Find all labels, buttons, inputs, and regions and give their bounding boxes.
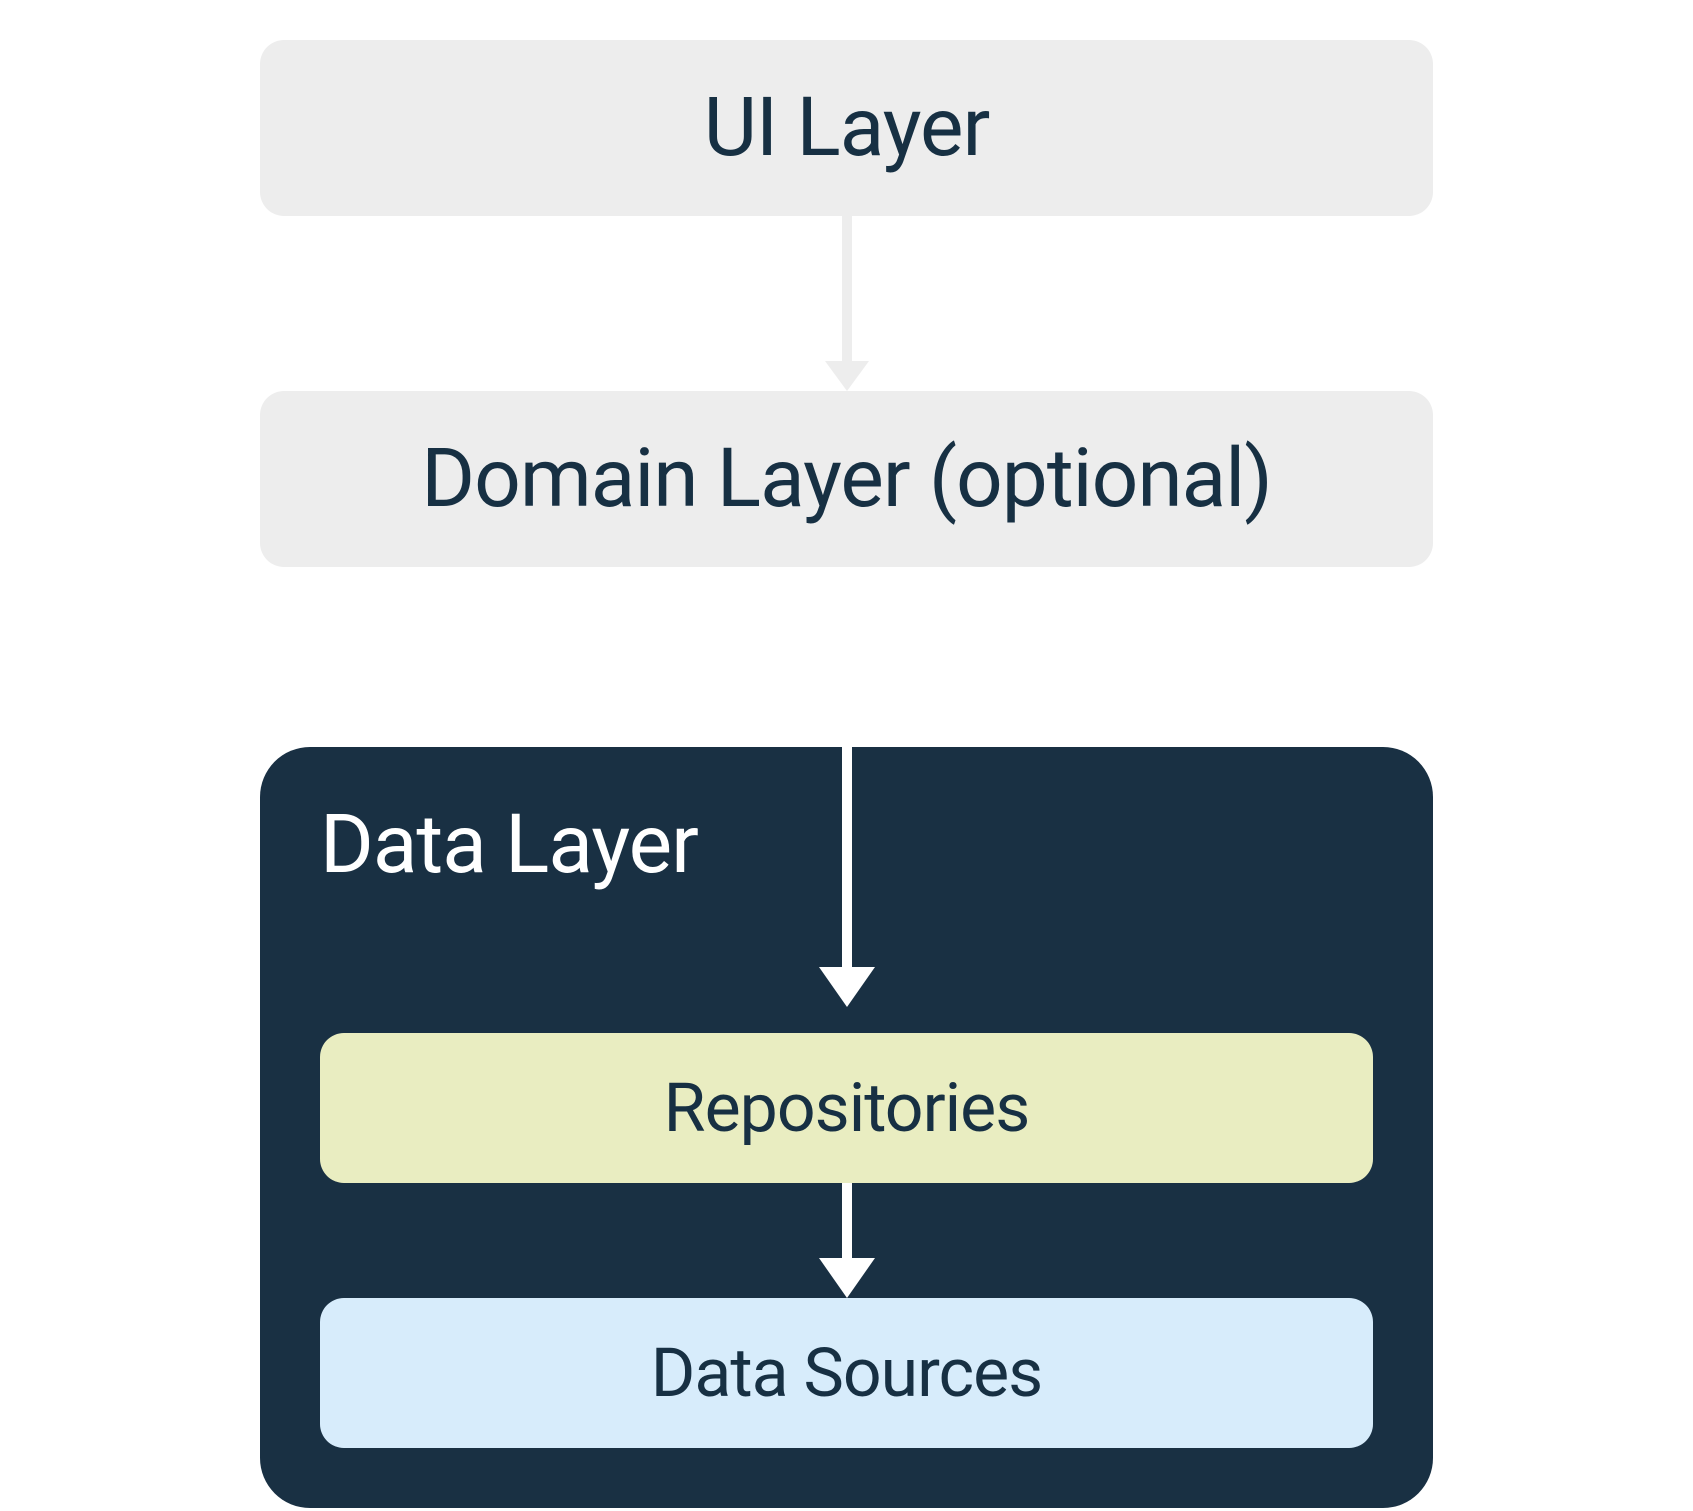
arrow-line	[842, 1183, 852, 1258]
arrow-head	[825, 361, 869, 391]
ui-layer-label: UI Layer	[704, 80, 990, 176]
arrow-line	[842, 567, 852, 967]
arrow-head	[819, 967, 875, 1007]
arrow-line	[842, 216, 852, 361]
arrow-down-icon	[819, 567, 875, 1007]
data-sources-label: Data Sources	[651, 1333, 1043, 1413]
arrow-head	[819, 1258, 875, 1298]
arrow-down-icon	[825, 216, 869, 391]
repositories-box: Repositories	[320, 1033, 1373, 1183]
architecture-diagram: UI Layer Domain Layer (optional) Data La…	[260, 40, 1433, 1508]
data-sources-box: Data Sources	[320, 1298, 1373, 1448]
repositories-label: Repositories	[664, 1068, 1030, 1148]
arrow-down-icon	[819, 1183, 875, 1298]
ui-layer-box: UI Layer	[260, 40, 1433, 216]
domain-layer-label: Domain Layer (optional)	[421, 431, 1272, 527]
domain-layer-box: Domain Layer (optional)	[260, 391, 1433, 567]
